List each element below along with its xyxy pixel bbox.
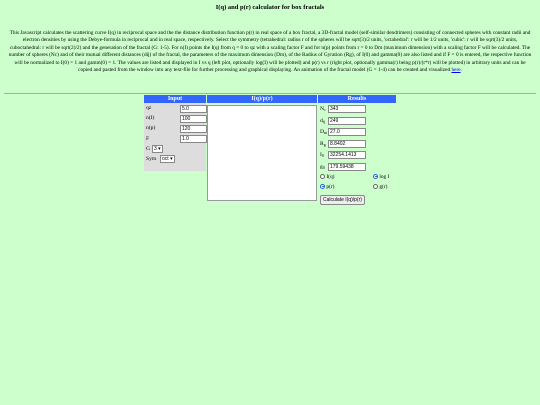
- Nc-field[interactable]: 343: [328, 105, 366, 113]
- g0-field[interactable]: 179.59438: [328, 162, 366, 171]
- dij-row: dij 249: [318, 115, 396, 127]
- np-row: n(p) 120: [144, 123, 207, 133]
- radio-gr[interactable]: [373, 183, 378, 189]
- input-body: qz 5.0 n(I) 100 n(p) 120 F 1.0 G 3 ▾ Sym…: [144, 103, 207, 171]
- F-row: F 1.0: [144, 134, 207, 144]
- calc-button-row: Calculate I(q)/p(r): [318, 193, 396, 205]
- g0-row: g0 179.59438: [318, 161, 396, 173]
- qz-label: qz: [146, 105, 152, 111]
- dij-label: dij: [320, 117, 326, 124]
- Dm-field[interactable]: 27.0: [328, 128, 366, 137]
- radio-pr[interactable]: [320, 183, 325, 189]
- radio-logI[interactable]: [373, 173, 378, 179]
- F-label: F: [146, 135, 150, 142]
- sym-row: Sym oct ▾: [144, 154, 206, 164]
- output-textarea[interactable]: [207, 105, 317, 201]
- option-logI[interactable]: log I: [373, 174, 389, 180]
- option-gr-label: g(r): [379, 183, 388, 190]
- np-input[interactable]: 120: [180, 124, 207, 133]
- plot-I-options: I(q) log I: [318, 173, 396, 183]
- radio-Iq[interactable]: [320, 173, 325, 179]
- Nc-row: Nc 343: [318, 103, 396, 115]
- G-row: G 3 ▾: [144, 144, 206, 154]
- I0-row: I0 32254.1413: [318, 149, 396, 161]
- calculator: Input qz 5.0 n(I) 100 n(p) 120 F 1.0 G 3…: [144, 95, 396, 205]
- option-pr-label: p(r): [326, 183, 335, 190]
- plot-p-options: p(r) g(r): [318, 183, 396, 193]
- chevron-down-icon: ▾: [170, 156, 173, 163]
- divider: [4, 93, 536, 94]
- np-label: n(p): [146, 125, 156, 132]
- G-label: G: [146, 145, 151, 152]
- results-header: Results: [318, 95, 396, 103]
- qz-input[interactable]: 5.0: [180, 104, 207, 113]
- nI-input[interactable]: 100: [180, 114, 207, 123]
- option-pr[interactable]: p(r): [320, 184, 334, 190]
- nI-label: n(I): [146, 115, 155, 122]
- output-panel: I(q)/p(r): [207, 95, 317, 201]
- page-title: I(q) and p(r) calculator for box fractal…: [215, 4, 325, 11]
- option-Iq[interactable]: I(q): [320, 174, 334, 180]
- Dm-row: Dm 27.0: [318, 126, 396, 138]
- Nc-label: Nc: [320, 106, 326, 112]
- option-Iq-label: I(q): [326, 173, 335, 180]
- dij-field[interactable]: 249: [328, 116, 366, 125]
- option-logI-label: log I: [379, 173, 390, 180]
- Dm-label: Dm: [320, 129, 328, 136]
- F-input[interactable]: 1.0: [180, 135, 207, 144]
- Rg-label: Rg: [320, 140, 326, 147]
- option-gr[interactable]: g(r): [373, 184, 387, 190]
- qz-row: qz 5.0: [144, 103, 207, 113]
- results-panel: Results Nc 343 dij 249 Dm 27.0 Rg 8.8402…: [318, 95, 396, 205]
- output-header: I(q)/p(r): [207, 95, 317, 103]
- sym-select[interactable]: oct ▾: [160, 155, 175, 164]
- I0-label: I0: [320, 152, 324, 159]
- input-header: Input: [144, 95, 206, 103]
- G-select-value: 3: [154, 146, 157, 153]
- nI-row: n(I) 100: [144, 113, 207, 123]
- sym-label: Sym: [146, 155, 157, 162]
- input-panel: Input qz 5.0 n(I) 100 n(p) 120 F 1.0 G 3…: [144, 95, 207, 171]
- Rg-field[interactable]: 8.8402: [328, 139, 366, 148]
- intro-paragraph: This Javascript calculates the scatterin…: [8, 30, 532, 90]
- intro-end: .: [460, 67, 462, 74]
- G-select[interactable]: 3 ▾: [152, 145, 163, 154]
- I0-field[interactable]: 32254.1413: [328, 151, 366, 160]
- results-body: Nc 343 dij 249 Dm 27.0 Rg 8.8402 I0 3225…: [318, 103, 396, 205]
- chevron-down-icon: ▾: [158, 146, 161, 153]
- Rg-row: Rg 8.8402: [318, 138, 396, 150]
- g0-label: g0: [320, 163, 325, 170]
- animation-link[interactable]: here: [451, 67, 460, 73]
- sym-select-value: oct: [162, 156, 169, 163]
- calculate-button[interactable]: Calculate I(q)/p(r): [320, 194, 365, 205]
